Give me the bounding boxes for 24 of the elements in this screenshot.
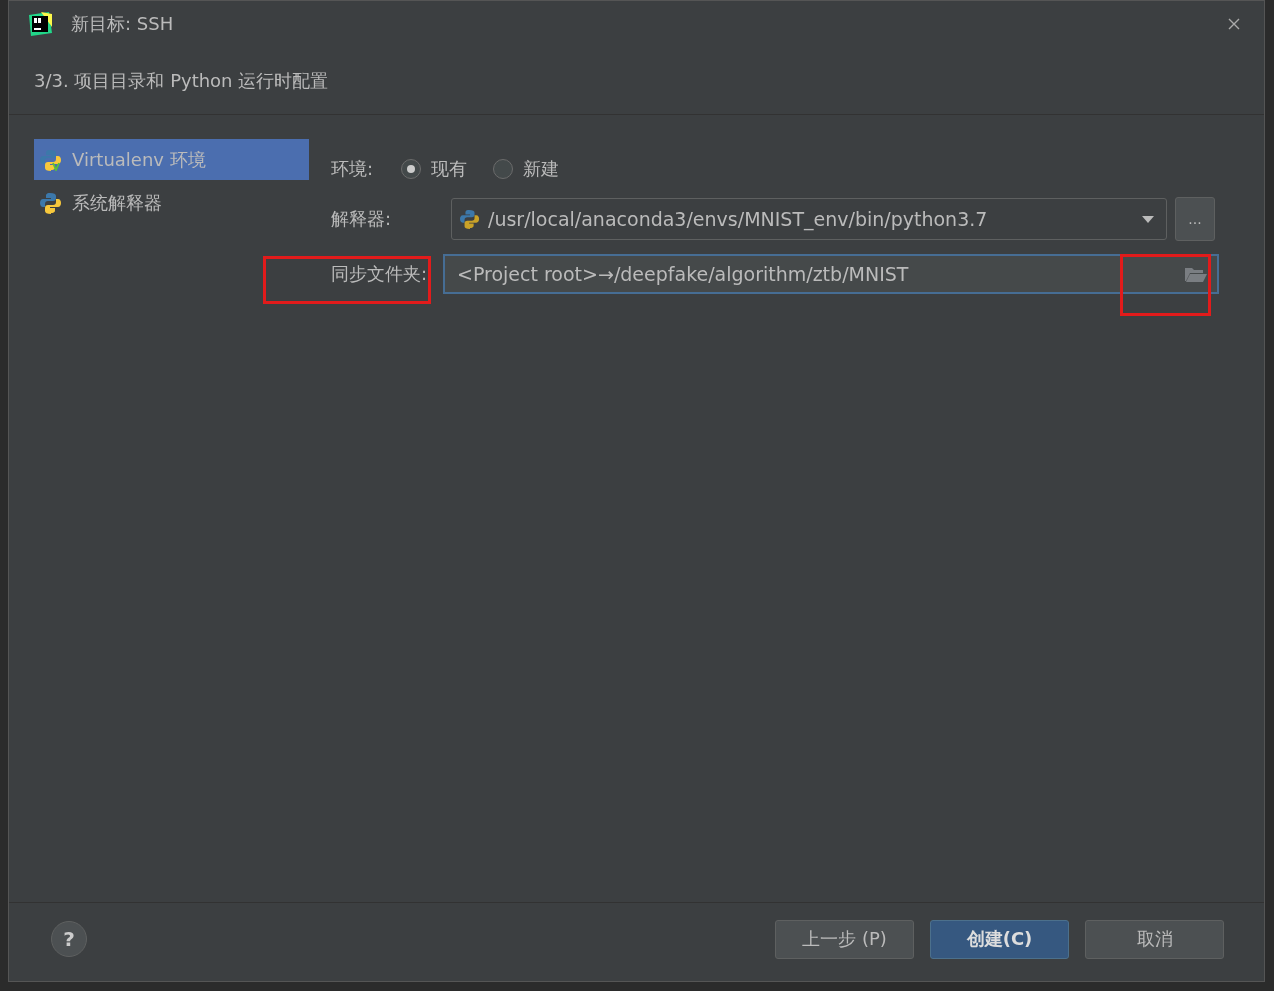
window-title: 新目标: SSH	[71, 12, 175, 36]
browse-button[interactable]: ...	[1175, 197, 1215, 241]
radio-option[interactable]: 新建	[493, 157, 559, 181]
sidebar-item[interactable]: 系统解释器	[34, 182, 309, 223]
sync-folder-field[interactable]: <Project root>→/deepfake/algorithm/ztb/MNIST	[443, 254, 1219, 294]
help-button[interactable]: ?	[51, 921, 87, 957]
radio-button[interactable]	[401, 159, 421, 179]
dialog-button[interactable]: 取消	[1085, 919, 1224, 959]
dialog-button[interactable]: 创建(C)	[930, 919, 1069, 959]
field-label: 解释器:	[331, 207, 393, 231]
field-label: 环境:	[331, 157, 375, 181]
app-logo-icon	[27, 11, 53, 37]
step-title: 3/3. 项目目录和 Python 运行时配置	[9, 47, 1264, 115]
interpreter-dropdown[interactable]: /usr/local/anaconda3/envs/MNIST_env/bin/python3.7	[451, 198, 1167, 240]
python-icon	[460, 209, 480, 229]
radio-button[interactable]	[493, 159, 513, 179]
close-icon[interactable]	[1228, 18, 1240, 30]
python-virtualenv-icon	[40, 148, 62, 171]
caret-icon	[1142, 215, 1154, 223]
python-icon	[40, 191, 62, 214]
sidebar-item[interactable]: Virtualenv 环境	[34, 139, 309, 180]
radio-option[interactable]: 现有	[401, 157, 467, 181]
dialog-button[interactable]: 上一步 (P)	[775, 919, 914, 959]
field-label: 同步文件夹:	[331, 262, 429, 286]
